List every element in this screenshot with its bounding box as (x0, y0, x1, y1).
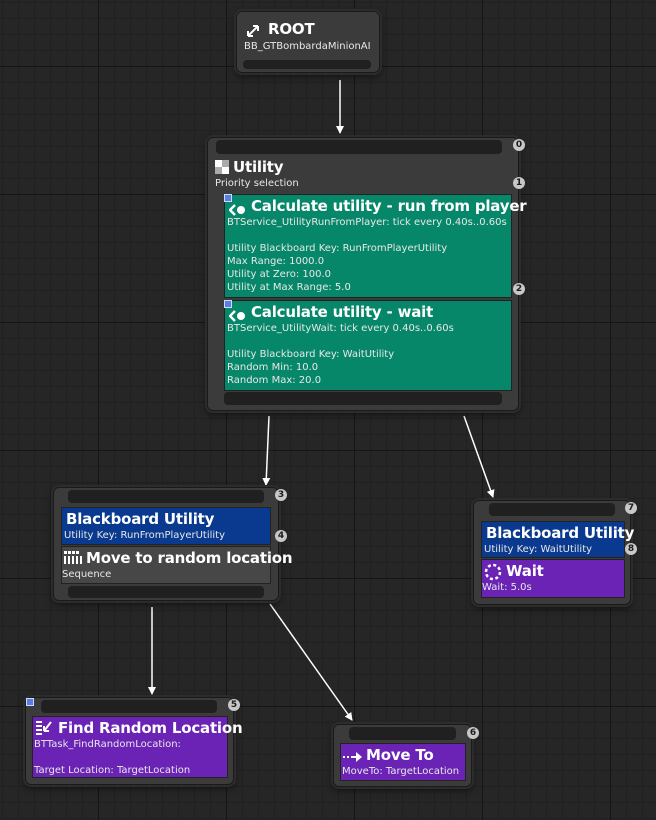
decorator-wait-subtitle: Utility Key: WaitUtility (484, 544, 593, 555)
execution-index-badge: 6 (467, 727, 479, 739)
decorator-blackboard-utility-run[interactable]: Blackboard Utility Utility Key: RunFromP… (61, 507, 271, 545)
task-wait-subtitle: Wait: 5.0s (482, 582, 532, 593)
decorator-run-subtitle: Utility Key: RunFromPlayerUtility (64, 530, 226, 541)
service-wait-key: Utility Blackboard Key: WaitUtility (227, 349, 395, 360)
task-find-random-location[interactable]: Find Random Location BTTask_FindRandomLo… (32, 716, 243, 778)
wire-utility-left (262, 415, 271, 486)
root-title: ROOT (268, 20, 315, 38)
task-find-param: Target Location: TargetLocation (34, 765, 191, 776)
wire-utility-right (463, 415, 495, 498)
task-wait[interactable]: Wait Wait: 5.0s (481, 559, 625, 598)
find-input-pin[interactable] (41, 700, 217, 713)
root-output-pin[interactable] (243, 60, 371, 69)
task-moveto-subtitle: MoveTo: TargetLocation (342, 766, 460, 777)
service-run-utility-max: Utility at Max Range: 5.0 (227, 282, 351, 293)
service-run-key: Utility Blackboard Key: RunFromPlayerUti… (227, 243, 448, 254)
move-to-random-location-node[interactable]: Blackboard Utility Utility Key: RunFromP… (53, 487, 293, 601)
root-subtitle: BB_GTBombardaMinionAI (244, 41, 371, 52)
task-move-to[interactable]: Move To MoveTo: TargetLocation (340, 743, 466, 781)
decorator-run-title: Blackboard Utility (66, 510, 215, 528)
service-run-utility-zero: Utility at Zero: 100.0 (227, 269, 332, 280)
utility-input-pin[interactable] (216, 140, 502, 154)
utility-subtitle: Priority selection (215, 178, 299, 189)
moveto-input-pin[interactable] (349, 727, 456, 740)
task-wait-title: Wait (506, 562, 544, 580)
sequence-icon (64, 550, 84, 570)
execution-index-badge: 2 (513, 283, 525, 295)
left-output-pin[interactable] (68, 586, 264, 598)
service-run-from-player[interactable]: Calculate utility - run from player BTSe… (224, 194, 527, 298)
execution-index-badge: 3 (275, 489, 287, 501)
execution-index-badge: 4 (275, 530, 287, 542)
find-random-location-node[interactable]: Find Random Location BTTask_FindRandomLo… (25, 697, 243, 785)
execution-index-badge: 5 (228, 699, 240, 711)
left-input-pin[interactable] (68, 490, 264, 503)
task-moveto-title: Move To (366, 746, 434, 764)
execution-index-badge: 8 (625, 543, 637, 555)
composite-title: Move to random location (86, 549, 293, 567)
composite-sequence[interactable]: Move to random location Sequence (61, 546, 293, 584)
wire-left-moveto (269, 603, 353, 721)
right-input-pin[interactable] (489, 503, 615, 516)
utility-selector-node[interactable]: Utility Priority selection Calculate uti… (207, 137, 527, 411)
utility-title: Utility (233, 158, 284, 176)
wait-branch-node[interactable]: Blackboard Utility Utility Key: WaitUtil… (473, 500, 634, 605)
decorator-wait-title: Blackboard Utility (486, 524, 635, 542)
execution-index-badge: 1 (513, 177, 525, 189)
execution-index-badge: 7 (625, 502, 637, 514)
move-to-icon (343, 748, 363, 767)
service-wait-random-max: Random Max: 20.0 (227, 375, 322, 386)
service-wait-title: Calculate utility - wait (251, 303, 434, 321)
breakpoint-marker[interactable] (26, 698, 34, 706)
composite-subtitle: Sequence (62, 569, 112, 580)
utility-selector-icon (215, 159, 229, 178)
service-run-title: Calculate utility - run from player (251, 197, 527, 215)
root-node[interactable]: ROOT BB_GTBombardaMinionAI (236, 11, 380, 73)
task-find-title: Find Random Location (58, 719, 243, 737)
service-wait-subtitle: BTService_UtilityWait: tick every 0.40s.… (227, 323, 454, 334)
task-find-subtitle: BTTask_FindRandomLocation: (34, 739, 181, 750)
root-branch-icon (246, 23, 260, 42)
service-run-max-range: Max Range: 1000.0 (227, 256, 325, 267)
find-location-icon (35, 720, 53, 740)
utility-output-pin[interactable] (224, 392, 502, 405)
service-wait[interactable]: Calculate utility - wait BTService_Utili… (224, 300, 512, 391)
decorator-blackboard-utility-wait[interactable]: Blackboard Utility Utility Key: WaitUtil… (481, 521, 634, 558)
move-to-node[interactable]: Move To MoveTo: TargetLocation (333, 724, 472, 787)
service-run-subtitle: BTService_UtilityRunFromPlayer: tick eve… (227, 217, 507, 228)
service-wait-random-min: Random Min: 10.0 (227, 362, 319, 373)
execution-index-badge: 0 (513, 139, 525, 151)
